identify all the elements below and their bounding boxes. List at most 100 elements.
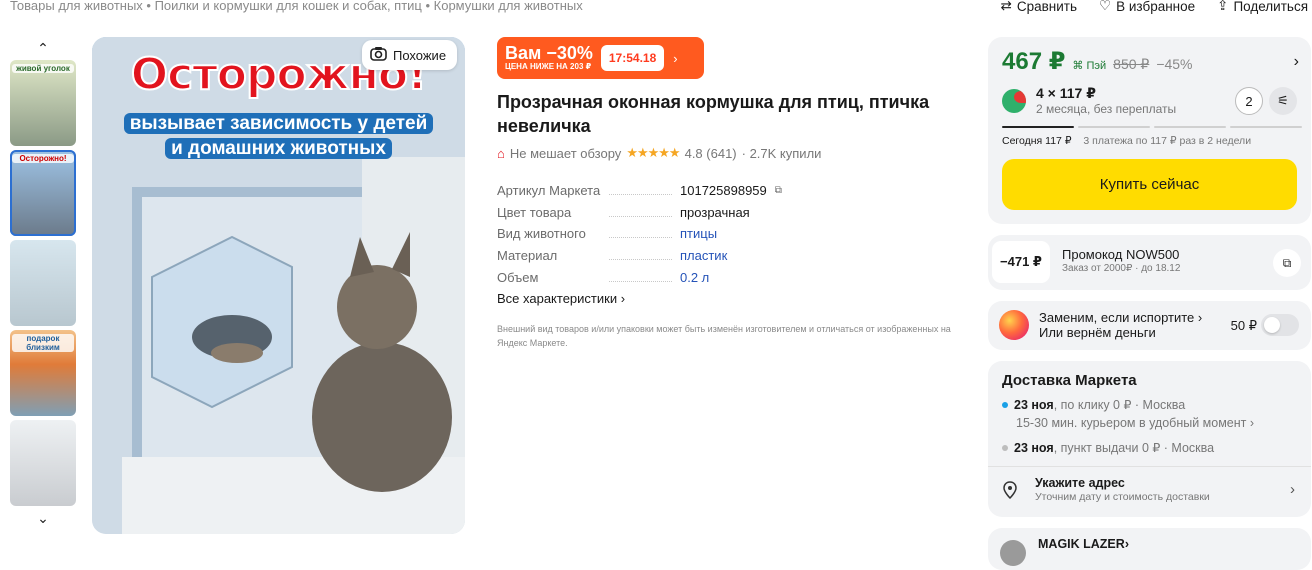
thumbnail-1[interactable]: живой уголок	[10, 60, 76, 146]
chevron-right-icon: ›	[1194, 310, 1203, 325]
delivery-card: Доставка Маркета 23 ноя, по клику 0 ₽ · …	[988, 361, 1311, 517]
today-payment: Сегодня 117 ₽	[1002, 135, 1072, 147]
split-note: 2 месяца, без переплаты	[1036, 102, 1177, 116]
copy-icon[interactable]: ⧉	[1273, 249, 1301, 277]
thumbnail-3[interactable]	[10, 240, 76, 326]
split-payment[interactable]: 4 × 117 ₽ 2 месяца, без переплаты	[1002, 85, 1176, 116]
spec-value-link[interactable]: пластик	[680, 248, 727, 263]
all-specs-link[interactable]: Все характеристики ›	[497, 291, 625, 306]
promocode-card: −471 ₽ Промокод NOW500 Заказ от 2000₽ · …	[988, 235, 1311, 290]
spec-value-link[interactable]: птицы	[680, 226, 717, 241]
rating-value[interactable]: 4.8 (641)	[685, 146, 737, 161]
thumbnail-label: живой уголок	[12, 64, 74, 73]
share-button[interactable]: ⇪ Поделиться	[1217, 0, 1308, 14]
product-meta: ⌂ Не мешает обзору ★★★★★ 4.8 (641) · 2.7…	[497, 145, 821, 161]
view-badge[interactable]: Не мешает обзору	[510, 146, 621, 161]
heart-icon: ♡	[1099, 0, 1112, 13]
favorite-label: В избранное	[1116, 0, 1196, 14]
spec-key: Материал	[497, 248, 680, 263]
rating-stars: ★★★★★	[626, 145, 680, 160]
copy-icon[interactable]: ⧉	[775, 185, 782, 196]
current-price: 467 ₽	[1002, 48, 1066, 75]
protection-toggle[interactable]	[1261, 314, 1299, 336]
share-icon: ⇪	[1217, 0, 1229, 13]
split-amount: 4 × 117 ₽	[1036, 85, 1096, 101]
delivery-courier-note[interactable]: 15-30 мин. курьером в удобный момент ›	[1016, 416, 1254, 430]
specs-list: Артикул Маркета 101725898959 ⧉ Цвет това…	[497, 180, 797, 288]
seller-card: MAGIK LAZER›	[988, 528, 1311, 570]
address-title[interactable]: Укажите адрес	[1035, 476, 1125, 490]
chevron-right-icon[interactable]: ›	[1294, 53, 1299, 71]
spec-value-link[interactable]: 0.2 л	[680, 270, 709, 285]
location-pin-icon	[1003, 481, 1017, 499]
split-text: 4 × 117 ₽ 2 месяца, без переплаты	[1036, 85, 1176, 116]
product-title: Прозрачная оконная кормушка для птиц, пт…	[497, 92, 930, 136]
courier-note-text: 15-30 мин. курьером в удобный момент	[1016, 416, 1247, 430]
spec-key: Вид животного	[497, 226, 680, 241]
settings-sliders-icon[interactable]: ⚟	[1269, 87, 1297, 115]
thumbnail-label: подарок близким	[12, 334, 74, 352]
address-note: Уточним дату и стоимость доставки	[1035, 491, 1210, 503]
delivery-option-courier[interactable]: 23 ноя, по клику 0 ₽ · Москва	[1002, 397, 1185, 412]
sold-count: · 2.7K купили	[741, 145, 822, 161]
promo-sub-line1: вызывает зависимость у детей	[123, 113, 434, 134]
compare-label: Сравнить	[1016, 0, 1078, 14]
progress-segment	[1002, 126, 1074, 128]
pay-icon: ⌘	[1072, 60, 1087, 72]
spec-row: Материал пластик	[497, 245, 797, 267]
breadcrumb[interactable]: Товары для животных • Поилки и кормушки …	[10, 0, 583, 13]
thumbnail-2[interactable]: Осторожно!	[10, 150, 76, 236]
courier-details: , по клику 0 ₽ · Москва	[1053, 398, 1186, 412]
delivery-option-pickup[interactable]: 23 ноя, пункт выдачи 0 ₽ · Москва	[1002, 440, 1214, 455]
progress-segment	[1230, 126, 1302, 128]
split-months-button[interactable]: 2	[1235, 87, 1263, 115]
spec-key: Объем	[497, 270, 680, 285]
top-actions: ⇄ Сравнить ♡ В избранное ⇪ Поделиться	[1001, 0, 1308, 14]
chevron-up-icon[interactable]: ⌃	[10, 40, 76, 60]
thumbnail-5[interactable]	[10, 420, 76, 506]
split-logo-icon	[1002, 88, 1026, 113]
progress-segment	[1154, 126, 1226, 128]
spec-value: прозрачная	[680, 204, 750, 220]
similar-button[interactable]: Похожие	[362, 40, 458, 70]
delivery-title: Доставка Маркета	[1002, 372, 1137, 389]
main-product-image[interactable]: Осторожно! вызывает зависимость у детей …	[92, 37, 465, 534]
promo-condition: Заказ от 2000₽ · до 18.12	[1062, 263, 1181, 274]
promo-subtitle: вызывает зависимость у детей и домашних …	[98, 111, 459, 161]
protection-logo-icon	[999, 310, 1029, 340]
protection-title[interactable]: Заменим, если испортите ›	[1039, 310, 1202, 325]
protection-subtitle: Или вернём деньги	[1039, 325, 1156, 340]
deal-timer: 17:54.18	[600, 45, 665, 71]
payment-schedule: Сегодня 117 ₽ 3 платежа по 117 ₽ раз в 2…	[1002, 135, 1251, 147]
courier-date: 23 ноя	[1014, 398, 1054, 412]
protection-title-text: Заменим, если испортите	[1039, 310, 1195, 325]
price-row[interactable]: 467 ₽ ⌘ Пэй 850 ₽ −45%	[1002, 47, 1193, 76]
chevron-down-icon[interactable]: ⌄	[10, 510, 76, 530]
payment-progress	[1002, 126, 1302, 128]
compare-button[interactable]: ⇄ Сравнить	[1001, 0, 1077, 14]
spec-key: Артикул Маркета	[497, 183, 680, 198]
divider	[988, 466, 1311, 467]
schedule-note: 3 платежа по 117 ₽ раз в 2 недели	[1083, 135, 1252, 147]
protection-card: Заменим, если испортите › Или вернём ден…	[988, 301, 1311, 350]
seller-name-text: MAGIK LAZER	[1038, 537, 1125, 551]
thumbnail-label: Осторожно!	[12, 154, 74, 163]
spec-row: Цвет товара прозрачная	[497, 202, 797, 224]
thumbnail-4[interactable]: подарок близким	[10, 330, 76, 416]
dot-icon	[1002, 402, 1008, 408]
spec-key: Цвет товара	[497, 205, 680, 220]
deal-badge[interactable]: Вам −30% ЦЕНА НИЖЕ НА 203 ₽ 17:54.18 ›	[497, 37, 704, 79]
discount-percent: −45%	[1156, 56, 1193, 72]
pickup-details: , пункт выдачи 0 ₽ · Москва	[1053, 441, 1215, 455]
camera-icon	[370, 46, 387, 64]
buy-now-button[interactable]: Купить сейчас	[1002, 159, 1297, 210]
spec-row: Вид животного птицы	[497, 223, 797, 245]
deal-discount: Вам −30%	[505, 43, 593, 63]
compare-icon: ⇄	[1000, 0, 1012, 13]
similar-label: Похожие	[393, 47, 447, 63]
pickup-date: 23 ноя	[1014, 441, 1054, 455]
favorite-button[interactable]: ♡ В избранное	[1099, 0, 1195, 14]
seller-name[interactable]: MAGIK LAZER›	[1038, 537, 1129, 551]
price-card: 467 ₽ ⌘ Пэй 850 ₽ −45% › 4 × 117 ₽ 2 мес…	[988, 37, 1311, 224]
chevron-right-icon[interactable]: ›	[1290, 481, 1295, 498]
